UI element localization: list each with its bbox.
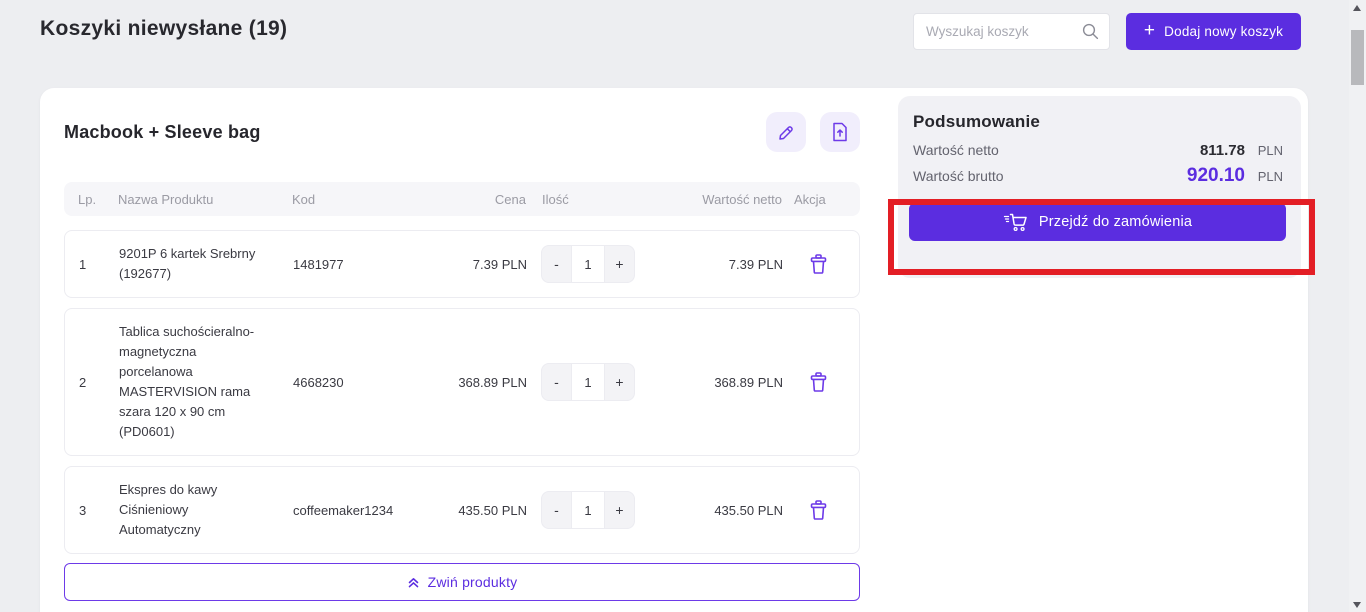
edit-cart-button[interactable] (766, 112, 806, 152)
page-scrollbar[interactable] (1349, 0, 1366, 612)
add-new-cart-label: Dodaj nowy koszyk (1164, 24, 1283, 39)
scroll-up-button[interactable] (1353, 5, 1361, 11)
table-row: 3 Ekspres do kawy Ciśnieniowy Automatycz… (64, 466, 860, 554)
table-row: 2 Tablica suchościeralno-magnetyczna por… (64, 308, 860, 456)
product-price: 7.39 PLN (423, 257, 535, 272)
net-row: Wartość netto 811.78 PLN (913, 142, 1283, 159)
chevrons-up-icon (407, 576, 420, 589)
scroll-down-button[interactable] (1353, 602, 1361, 608)
file-export-icon (831, 122, 849, 142)
header-qty: Ilość (534, 192, 650, 207)
add-new-cart-button[interactable]: + Dodaj nowy koszyk (1126, 13, 1301, 50)
net-label: Wartość netto (913, 142, 1200, 158)
qty-value[interactable]: 1 (571, 364, 605, 400)
trash-icon (808, 253, 829, 275)
row-lp: 3 (79, 503, 119, 518)
cart-icon (1003, 212, 1029, 232)
summary-section: Podsumowanie Wartość netto 811.78 PLN Wa… (898, 96, 1301, 612)
row-lp: 2 (79, 375, 119, 390)
cart-search (913, 13, 1110, 50)
qty-value[interactable]: 1 (571, 246, 605, 282)
scroll-thumb[interactable] (1351, 30, 1364, 85)
header-lp: Lp. (78, 192, 118, 207)
quantity-stepper: - 1 + (541, 363, 635, 401)
collapse-products-label: Zwiń produkty (428, 574, 518, 590)
net-value: 811.78 (1200, 142, 1245, 159)
trash-icon (808, 371, 829, 393)
summary-title: Podsumowanie (913, 112, 1283, 132)
qty-plus-button[interactable]: + (605, 492, 634, 528)
table-row: 1 9201P 6 kartek Srebrny (192677) 148197… (64, 230, 860, 298)
header-price: Cena (422, 192, 534, 207)
cart-title: Macbook + Sleeve bag (64, 122, 261, 143)
product-code: coffeemaker1234 (293, 503, 423, 518)
pencil-icon (777, 123, 796, 142)
delete-product-button[interactable] (806, 369, 831, 395)
table-header: Lp. Nazwa Produktu Kod Cena Ilość Wartoś… (64, 182, 860, 216)
cart-card: Macbook + Sleeve bag Lp. Nazwa Produktu … (40, 88, 1308, 612)
quantity-stepper: - 1 + (541, 491, 635, 529)
qty-value[interactable]: 1 (571, 492, 605, 528)
search-input[interactable] (926, 24, 1082, 39)
qty-minus-button[interactable]: - (542, 492, 571, 528)
product-code: 1481977 (293, 257, 423, 272)
delete-product-button[interactable] (806, 251, 831, 277)
net-currency: PLN (1253, 143, 1283, 158)
gross-label: Wartość brutto (913, 168, 1187, 184)
qty-plus-button[interactable]: + (605, 364, 634, 400)
plus-icon: + (1144, 21, 1155, 40)
row-lp: 1 (79, 257, 119, 272)
trash-icon (808, 499, 829, 521)
summary-panel: Podsumowanie Wartość netto 811.78 PLN Wa… (898, 96, 1301, 278)
qty-minus-button[interactable]: - (542, 246, 571, 282)
qty-plus-button[interactable]: + (605, 246, 634, 282)
product-net: 7.39 PLN (651, 257, 791, 272)
header-net: Wartość netto (650, 192, 790, 207)
header-code: Kod (292, 192, 422, 207)
gross-value: 920.10 (1187, 165, 1245, 187)
product-name: Ekspres do kawy Ciśnieniowy Automatyczny (119, 480, 271, 540)
products-section: Macbook + Sleeve bag Lp. Nazwa Produktu … (64, 112, 860, 612)
search-icon[interactable] (1082, 23, 1099, 40)
delete-product-button[interactable] (806, 497, 831, 523)
page-title: Koszyki niewysłane (19) (40, 17, 287, 41)
export-cart-button[interactable] (820, 112, 860, 152)
product-name: Tablica suchościeralno-magnetyczna porce… (119, 322, 271, 442)
header-action: Akcja (790, 192, 846, 207)
qty-minus-button[interactable]: - (542, 364, 571, 400)
go-to-order-button[interactable]: Przejdź do zamówienia (909, 203, 1286, 241)
gross-currency: PLN (1253, 169, 1283, 184)
product-code: 4668230 (293, 375, 423, 390)
product-price: 368.89 PLN (423, 375, 535, 390)
product-net: 435.50 PLN (651, 503, 791, 518)
product-price: 435.50 PLN (423, 503, 535, 518)
header-name: Nazwa Produktu (118, 192, 292, 207)
gross-row: Wartość brutto 920.10 PLN (913, 165, 1283, 187)
go-to-order-label: Przejdź do zamówienia (1039, 214, 1192, 230)
product-net: 368.89 PLN (651, 375, 791, 390)
collapse-products-button[interactable]: Zwiń produkty (64, 563, 860, 601)
quantity-stepper: - 1 + (541, 245, 635, 283)
product-name: 9201P 6 kartek Srebrny (192677) (119, 244, 271, 284)
